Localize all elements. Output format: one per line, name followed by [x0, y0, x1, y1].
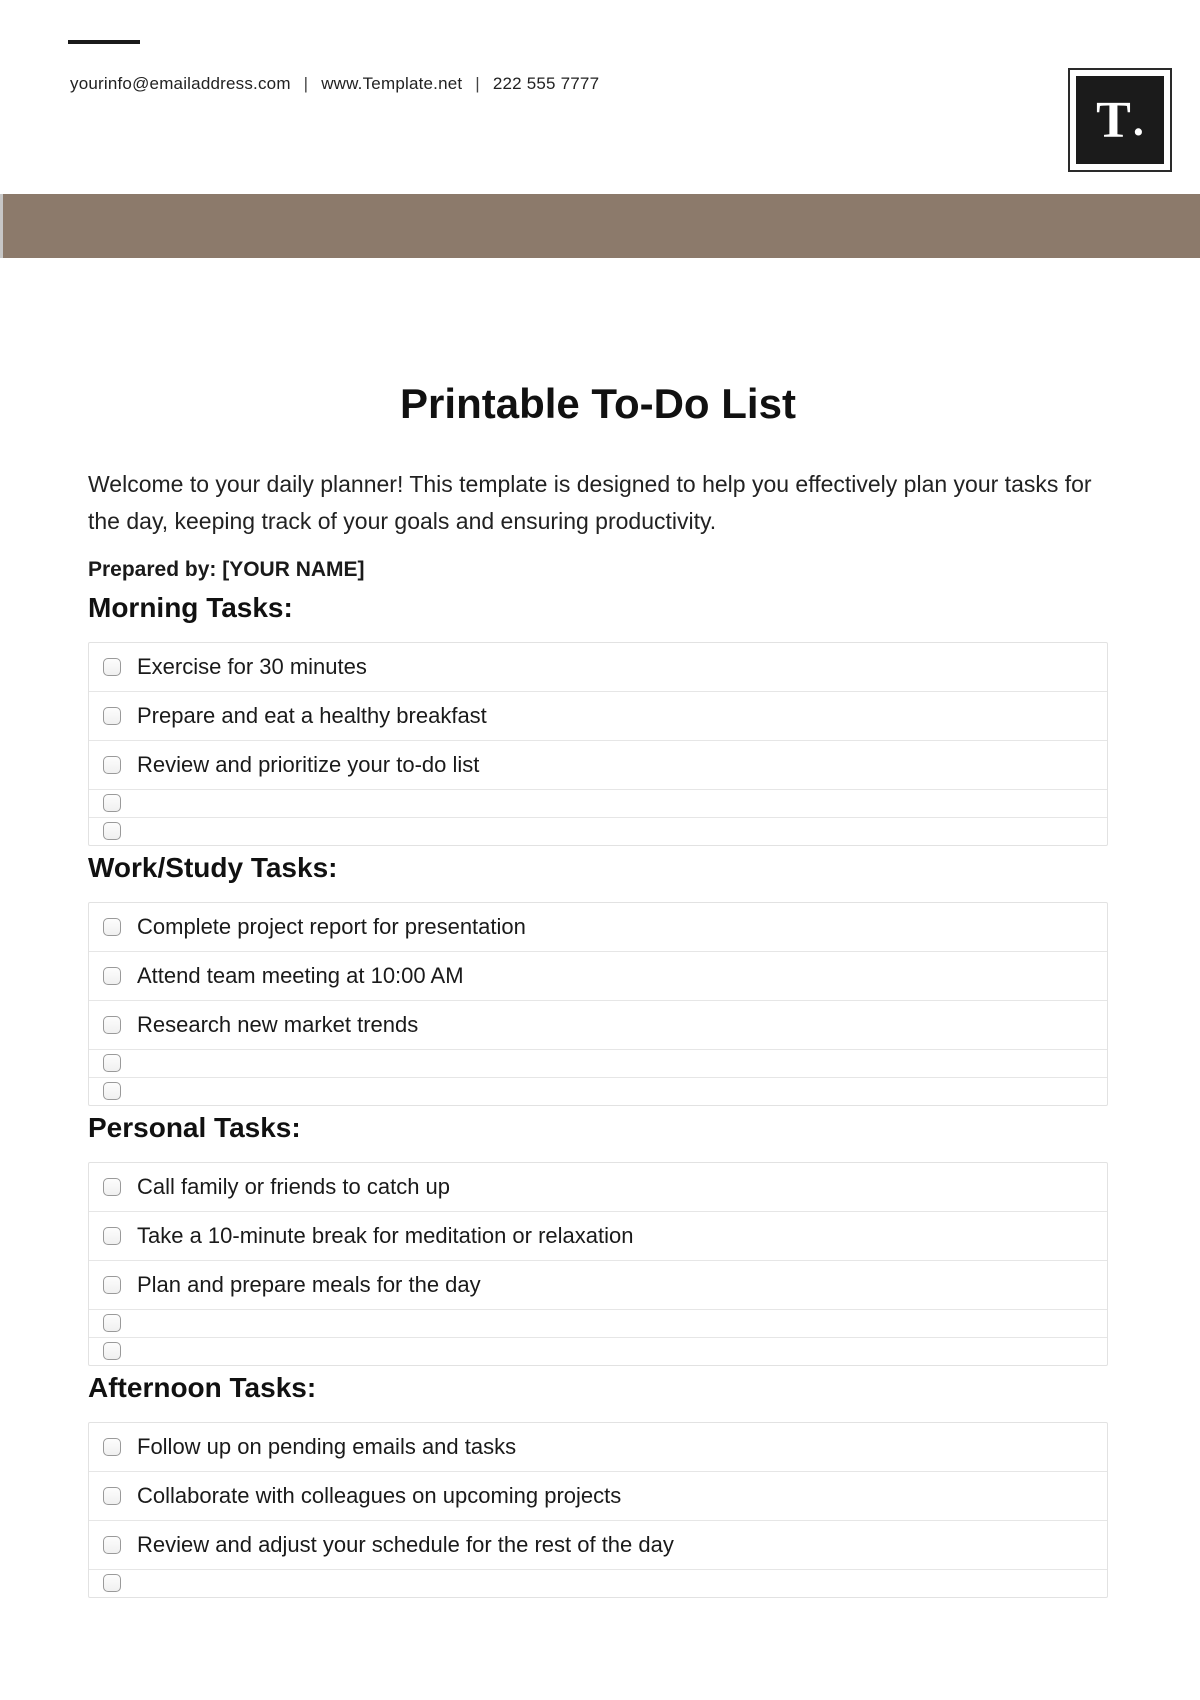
task-row — [89, 1049, 1107, 1077]
color-band — [0, 194, 1200, 258]
task-checkbox[interactable] — [103, 707, 121, 725]
header-rule — [68, 40, 140, 44]
logo-dot: . — [1133, 95, 1144, 146]
task-label: Take a 10-minute break for meditation or… — [137, 1223, 633, 1249]
task-label: Exercise for 30 minutes — [137, 654, 367, 680]
page: yourinfo@emailaddress.com | www.Template… — [0, 0, 1200, 1700]
task-label: Call family or friends to catch up — [137, 1174, 450, 1200]
section-heading-personal: Personal Tasks: — [88, 1112, 1108, 1144]
task-row: Complete project report for presentation — [89, 903, 1107, 951]
prepared-by-value: [YOUR NAME] — [222, 558, 364, 581]
logo-letter: T — [1096, 91, 1131, 150]
content: Printable To-Do List Welcome to your dai… — [88, 380, 1108, 1598]
section-heading-work: Work/Study Tasks: — [88, 852, 1108, 884]
task-checkbox[interactable] — [103, 1276, 121, 1294]
task-label: Follow up on pending emails and tasks — [137, 1434, 516, 1460]
task-row — [89, 1569, 1107, 1597]
task-group-personal: Call family or friends to catch up Take a… — [88, 1162, 1108, 1366]
task-row: Call family or friends to catch up — [89, 1163, 1107, 1211]
task-checkbox[interactable] — [103, 1016, 121, 1034]
task-checkbox[interactable] — [103, 1054, 121, 1072]
task-checkbox[interactable] — [103, 794, 121, 812]
task-row — [89, 817, 1107, 845]
task-checkbox[interactable] — [103, 1574, 121, 1592]
task-group-morning: Exercise for 30 minutes Prepare and eat a… — [88, 642, 1108, 846]
task-row: Take a 10-minute break for meditation or… — [89, 1211, 1107, 1260]
task-row — [89, 1077, 1107, 1105]
task-row: Collaborate with colleagues on upcoming … — [89, 1471, 1107, 1520]
section-heading-morning: Morning Tasks: — [88, 592, 1108, 624]
task-row: Research new market trends — [89, 1000, 1107, 1049]
task-label: Review and prioritize your to-do list — [137, 752, 479, 778]
task-row: Review and adjust your schedule for the … — [89, 1520, 1107, 1569]
separator: | — [467, 74, 488, 94]
task-group-work: Complete project report for presentation… — [88, 902, 1108, 1106]
task-checkbox[interactable] — [103, 658, 121, 676]
logo-inner: T. — [1076, 76, 1164, 164]
task-row: Attend team meeting at 10:00 AM — [89, 951, 1107, 1000]
top-strip — [0, 4, 1200, 14]
page-title: Printable To-Do List — [88, 380, 1108, 428]
task-row: Prepare and eat a healthy breakfast — [89, 691, 1107, 740]
task-row — [89, 1309, 1107, 1337]
intro-text: Welcome to your daily planner! This temp… — [88, 466, 1108, 540]
task-label: Prepare and eat a healthy breakfast — [137, 703, 487, 729]
task-checkbox[interactable] — [103, 1178, 121, 1196]
contact-email: yourinfo@emailaddress.com — [70, 74, 291, 93]
task-label: Attend team meeting at 10:00 AM — [137, 963, 464, 989]
task-label: Plan and prepare meals for the day — [137, 1272, 481, 1298]
prepared-by: Prepared by: [YOUR NAME] — [88, 558, 1108, 582]
prepared-by-label: Prepared by: — [88, 558, 222, 581]
task-checkbox[interactable] — [103, 967, 121, 985]
contact-phone: 222 555 7777 — [493, 74, 599, 93]
task-checkbox[interactable] — [103, 1536, 121, 1554]
task-row — [89, 1337, 1107, 1365]
task-row: Exercise for 30 minutes — [89, 643, 1107, 691]
task-label: Review and adjust your schedule for the … — [137, 1532, 674, 1558]
task-label: Collaborate with colleagues on upcoming … — [137, 1483, 621, 1509]
contact-line: yourinfo@emailaddress.com | www.Template… — [70, 74, 599, 94]
task-checkbox[interactable] — [103, 1438, 121, 1456]
task-checkbox[interactable] — [103, 1342, 121, 1360]
task-checkbox[interactable] — [103, 1227, 121, 1245]
task-checkbox[interactable] — [103, 1314, 121, 1332]
task-checkbox[interactable] — [103, 822, 121, 840]
task-group-afternoon: Follow up on pending emails and tasks Col… — [88, 1422, 1108, 1598]
logo: T. — [1068, 68, 1172, 172]
task-label: Complete project report for presentation — [137, 914, 526, 940]
task-row — [89, 789, 1107, 817]
task-checkbox[interactable] — [103, 918, 121, 936]
task-row: Review and prioritize your to-do list — [89, 740, 1107, 789]
separator: | — [296, 74, 317, 94]
section-heading-afternoon: Afternoon Tasks: — [88, 1372, 1108, 1404]
task-label: Research new market trends — [137, 1012, 418, 1038]
task-checkbox[interactable] — [103, 1082, 121, 1100]
task-checkbox[interactable] — [103, 756, 121, 774]
task-checkbox[interactable] — [103, 1487, 121, 1505]
task-row: Plan and prepare meals for the day — [89, 1260, 1107, 1309]
task-row: Follow up on pending emails and tasks — [89, 1423, 1107, 1471]
contact-website: www.Template.net — [321, 74, 462, 93]
